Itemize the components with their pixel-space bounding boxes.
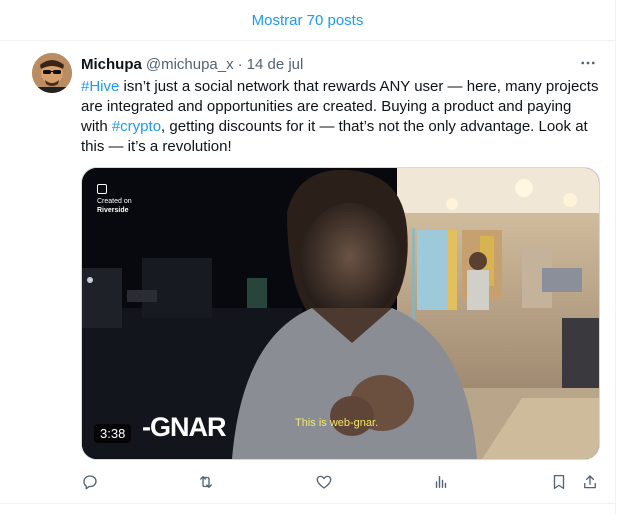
show-more-posts-label: Mostrar 70 posts — [251, 11, 364, 29]
author-name[interactable]: Michupa — [81, 56, 142, 73]
riverside-logo-icon — [97, 184, 107, 194]
watermark-line1: Created on — [97, 198, 132, 205]
show-more-posts-button[interactable]: Mostrar 70 posts — [0, 0, 615, 41]
repost-icon[interactable] — [195, 471, 217, 493]
hashtag-crypto[interactable]: #crypto — [112, 118, 161, 135]
tweet-header: Michupa @michupa_x · 14 de jul — [81, 54, 599, 74]
timeline-column: Mostrar 70 posts Michupa @michupa_x · 14… — [0, 0, 616, 515]
hashtag-hive[interactable]: #Hive — [81, 78, 119, 95]
tweet-text: #Hive isn’t just a social network that r… — [81, 77, 601, 157]
tweet-actions — [81, 471, 601, 493]
web-gnar-logo: -GNAR — [142, 412, 226, 442]
separator-dot: · — [237, 55, 243, 73]
divider — [0, 503, 615, 504]
video-caption: This is web-gnar. — [295, 417, 379, 429]
avatar-image — [32, 53, 72, 93]
more-options-icon[interactable] — [577, 52, 599, 74]
video-duration: 3:38 — [94, 424, 132, 443]
share-icon[interactable] — [579, 471, 601, 493]
tweet-timestamp[interactable]: 14 de jul — [247, 56, 304, 73]
video-player[interactable]: Created on Riverside -GNAR This is web-g… — [81, 167, 600, 460]
views-icon[interactable] — [430, 471, 452, 493]
riverside-watermark: Created on Riverside — [97, 184, 132, 215]
bookmark-icon[interactable] — [548, 471, 570, 493]
tweet[interactable]: Michupa @michupa_x · 14 de jul #Hive isn… — [0, 41, 615, 503]
author-handle[interactable]: @michupa_x — [146, 56, 234, 73]
reply-icon[interactable] — [79, 471, 101, 493]
like-icon[interactable] — [313, 471, 335, 493]
watermark-line2: Riverside — [97, 207, 129, 214]
avatar[interactable] — [32, 53, 72, 93]
